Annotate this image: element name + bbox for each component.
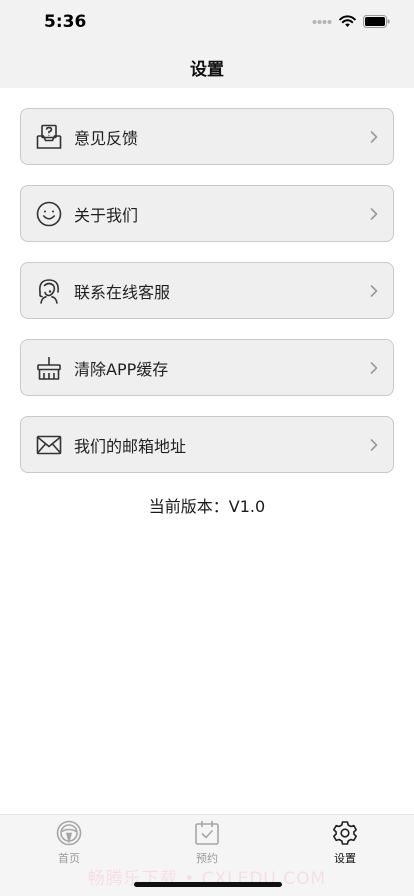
- menu-item-email-address[interactable]: 我们的邮箱地址: [20, 416, 394, 473]
- headset-icon: [35, 277, 63, 305]
- gear-icon: [333, 821, 357, 845]
- tab-label: 预约: [196, 852, 218, 865]
- chevron-right-icon: [370, 439, 378, 451]
- feedback-icon: [35, 123, 63, 151]
- status-icons: [312, 15, 390, 28]
- version-text: 当前版本：V1.0: [148, 497, 266, 516]
- mail-icon: [35, 431, 63, 459]
- calendar-check-icon: [195, 820, 219, 845]
- steering-wheel-icon: [56, 820, 82, 846]
- status-time: 5:36: [44, 12, 87, 32]
- chevron-right-icon: [370, 362, 378, 374]
- menu-item-label: 联系在线客服: [74, 282, 171, 302]
- menu-item-label: 清除APP缓存: [74, 359, 169, 379]
- broom-icon: [35, 354, 63, 382]
- chevron-right-icon: [370, 285, 378, 297]
- menu-item-clear-cache[interactable]: 清除APP缓存: [20, 339, 394, 396]
- status-bar: 5:36: [0, 0, 414, 46]
- menu-item-label: 我们的邮箱地址: [74, 436, 187, 456]
- chevron-right-icon: [370, 208, 378, 220]
- battery-icon: [363, 15, 390, 28]
- menu-item-label: 关于我们: [74, 205, 139, 225]
- nav-bar: 设置: [0, 46, 414, 88]
- wifi-icon: [339, 15, 356, 27]
- menu-item-feedback[interactable]: 意见反馈: [20, 108, 394, 165]
- chevron-right-icon: [370, 131, 378, 143]
- menu-item-label: 意见反馈: [74, 128, 139, 148]
- tab-home[interactable]: 首页: [0, 815, 138, 896]
- settings-menu: 意见反馈 关于我们 联系在线客服 清除APP缓存 我们的邮箱地址: [20, 108, 394, 493]
- tab-label: 设置: [334, 852, 356, 865]
- tab-label: 首页: [58, 852, 80, 865]
- menu-item-about-us[interactable]: 关于我们: [20, 185, 394, 242]
- smiley-icon: [35, 200, 63, 228]
- menu-item-online-support[interactable]: 联系在线客服: [20, 262, 394, 319]
- signal-dots-icon: [312, 19, 332, 24]
- page-title: 设置: [190, 59, 224, 80]
- home-indicator: [134, 882, 282, 887]
- tab-settings[interactable]: 设置: [276, 815, 414, 896]
